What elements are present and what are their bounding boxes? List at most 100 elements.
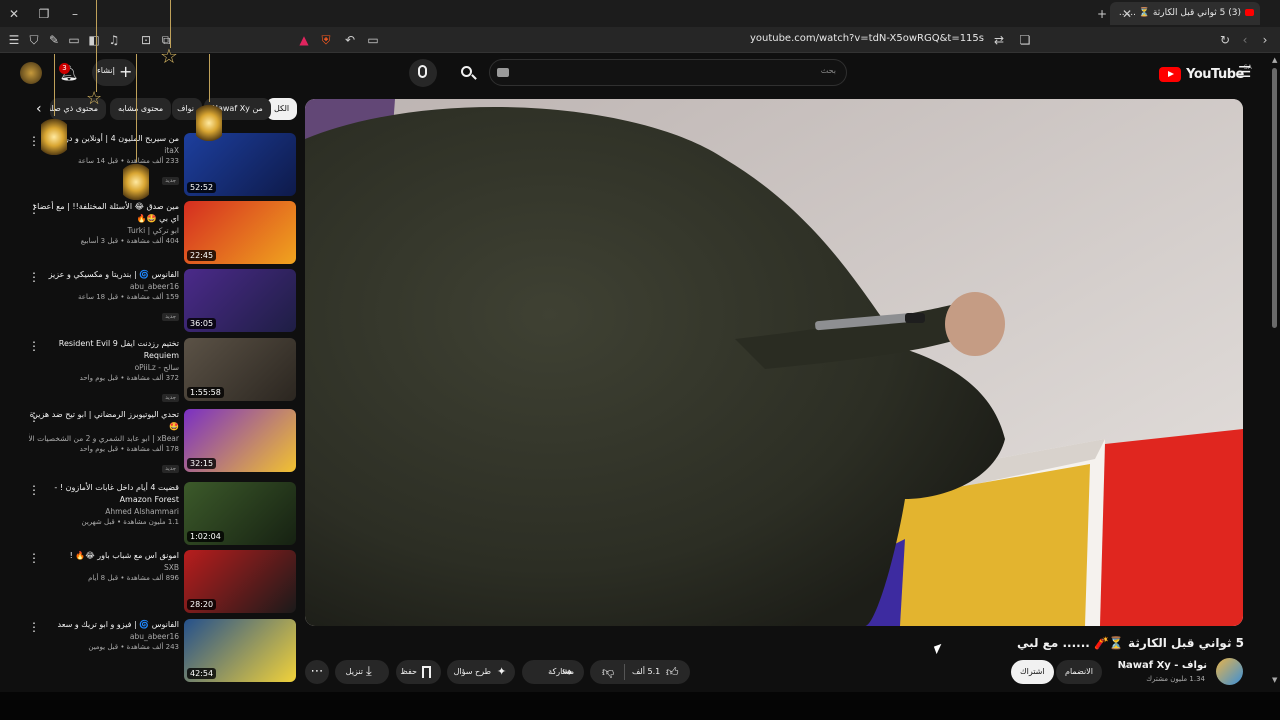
list-item[interactable]: ⋮ الفانوس 🌀 | فيزو و ابو تريك و سعد abu_ab… (22, 619, 296, 683)
video-meta: امونق اس مع شباب باور 😂🔥 ! SXB 896 ألف مشا… (29, 550, 179, 584)
more-actions-icon[interactable]: ⋯ (305, 660, 329, 684)
minimize-window-icon[interactable]: – (67, 6, 83, 22)
bookmark-icon[interactable]: ❏ (1017, 32, 1033, 48)
sidebar-icon[interactable]: ◧ (86, 32, 102, 48)
browser-toolbar: ☰ ⛉ ✎ ▭ ◧ ♫ ⊡ ⧉ ▲ ⛨ ↶ ▭ youtube.com/watc… (0, 27, 1280, 53)
screenshot-icon[interactable]: ⊡ (138, 32, 154, 48)
video-item-channel: Ahmed Alshammari (105, 507, 179, 516)
lantern-string (170, 0, 171, 48)
undo-icon[interactable]: ↶ (342, 32, 358, 48)
restore-window-icon[interactable]: ❐ (36, 6, 52, 22)
youtube-favicon-icon (1245, 9, 1254, 16)
address-bar[interactable]: youtube.com/watch?v=tdN-X5owRGQ&t=115s (750, 33, 984, 44)
chip-similar[interactable]: محتوى مشابه (110, 98, 172, 120)
video-item-channel: ابو تركي | Turki (127, 226, 180, 235)
download-button[interactable]: تنزيل ⤓ (335, 660, 389, 684)
video-thumbnail[interactable]: 28:20 (184, 550, 296, 613)
channel-avatar[interactable] (1216, 658, 1243, 685)
save-label: حفظ (400, 667, 417, 676)
video-item-title: تختيم رزدنت ايفل Resident Evil 9 Requiem (58, 339, 179, 360)
video-player[interactable] (305, 99, 1243, 626)
scroll-up-icon[interactable]: ▲ (1272, 56, 1277, 64)
tab-close-icon[interactable]: ✕ (1119, 6, 1135, 22)
shield-icon[interactable]: ⛉ (26, 32, 42, 48)
list-item[interactable]: ⋮ امونق اس مع شباب باور 😂🔥 ! SXB 896 ألف مش… (22, 550, 296, 614)
cast-icon[interactable]: ▭ (365, 32, 381, 48)
like-count[interactable]: 5.1 ألف (632, 660, 660, 684)
share-icon: ↪ (562, 665, 573, 679)
channel-name[interactable]: نواف - Nawaf Xy (1118, 660, 1207, 671)
youtube-play-icon (1159, 67, 1181, 82)
tabs-icon[interactable]: ▭ (66, 32, 82, 48)
bookmark-save-icon (422, 666, 431, 678)
video-item-channel: سالح - oPiiLz (134, 363, 179, 372)
duration-badge: 52:52 (187, 182, 217, 193)
voice-search-button[interactable] (409, 59, 437, 87)
list-item[interactable]: ⋮ تختيم رزدنت ايفل Resident Evil 9 Requie… (22, 338, 296, 402)
join-button[interactable]: الانضمام (1056, 660, 1102, 684)
lantern-string (54, 54, 55, 116)
menu-icon[interactable]: ☰ (6, 32, 22, 48)
video-thumbnail[interactable]: 1:55:58 (184, 338, 296, 401)
star-ornament-icon: ☆ (160, 44, 178, 68)
new-badge: جديد (162, 394, 179, 402)
video-meta: قضيت 4 أيام داخل غابات الأمازون ! - Amaz… (29, 482, 179, 528)
lantern-string (96, 0, 97, 92)
scroll-down-icon[interactable]: ▼ (1272, 676, 1277, 684)
like-icon[interactable]: 👍︎ (666, 660, 679, 684)
duration-badge: 32:15 (187, 458, 217, 469)
brave-shield-icon[interactable]: ⛨ (318, 32, 334, 48)
save-button[interactable]: حفظ (396, 660, 441, 684)
video-meta: تختيم رزدنت ايفل Resident Evil 9 Requiem… (29, 338, 179, 403)
dislike-icon[interactable]: 👎︎ (602, 660, 614, 684)
lantern-ornament-icon (196, 101, 222, 141)
site-settings-icon[interactable]: ⇄ (991, 32, 1007, 48)
close-window-icon[interactable]: ✕ (6, 6, 22, 22)
hamburger-menu-icon[interactable]: ☰ (1238, 64, 1254, 80)
scrollbar-thumb[interactable] (1272, 68, 1277, 328)
microphone-icon (418, 65, 427, 78)
alert-icon[interactable]: ▲ (296, 32, 312, 48)
video-item-title: قضيت 4 أيام داخل غابات الأمازون ! - Amaz… (54, 483, 179, 504)
new-tab-icon[interactable]: + (1094, 6, 1110, 22)
video-thumbnail[interactable]: 32:15 (184, 409, 296, 472)
page-scrollbar[interactable]: ▲ ▼ (1272, 56, 1277, 686)
account-avatar[interactable] (20, 62, 42, 84)
sparkle-icon: ✦ (497, 665, 507, 678)
list-item[interactable]: ⋮ الفانوس 🌀 | بندريتا و مكسيكي و عزيز abu_… (22, 269, 296, 333)
video-thumbnail[interactable]: 52:52 (184, 133, 296, 196)
download-label: تنزيل (345, 667, 363, 676)
subscriber-count: 1.34 مليون مشترك (1146, 675, 1205, 683)
ask-label: طرح سؤال (453, 667, 491, 676)
verified-badge-icon: ✔ (1123, 663, 1129, 671)
video-thumbnail[interactable]: 42:54 (184, 619, 296, 682)
share-button[interactable]: مشاركة ↪ (522, 660, 584, 684)
video-thumbnail[interactable]: 36:05 (184, 269, 296, 332)
video-item-views: 1.1 مليون مشاهدة • قبل شهرين (81, 518, 179, 526)
back-icon[interactable]: ‹ (1237, 32, 1253, 48)
ask-button[interactable]: طرح سؤال ✦ (447, 660, 515, 684)
video-item-views: 372 ألف مشاهدة • قبل يوم واحد (79, 374, 179, 382)
video-title: 5 ثواني قبل الكارثة ⏳🧨 ...... مع لبي (1016, 636, 1244, 650)
reload-icon[interactable]: ↻ (1217, 32, 1233, 48)
create-button[interactable]: إنشاء + (92, 59, 136, 86)
video-meta: مين صدق 😂 الأسئلة المختلفة!! | مع أعضاء … (29, 201, 179, 247)
music-icon[interactable]: ♫ (106, 32, 122, 48)
video-thumbnail[interactable]: 1:02:04 (184, 482, 296, 545)
keyboard-icon[interactable] (497, 68, 509, 77)
video-item-title: الفانوس 🌀 | بندريتا و مكسيكي و عزيز (48, 270, 179, 279)
list-item[interactable]: ⋮ قضيت 4 أيام داخل غابات الأمازون ! - Ama… (22, 482, 296, 546)
list-item[interactable]: ⋮ تحدي اليوتيوبرز الرمضاني | ابو تيح ضد ه… (22, 409, 296, 473)
list-item[interactable]: ⋮ مين صدق 😂 الأسئلة المختلفة!! | مع أعضاء… (22, 201, 296, 265)
search-button[interactable] (455, 61, 481, 85)
duration-badge: 22:45 (187, 250, 217, 261)
video-meta: الفانوس 🌀 | فيزو و ابو تريك و سعد abu_abe… (29, 619, 179, 653)
pen-icon[interactable]: ✎ (46, 32, 62, 48)
video-meta: تحدي اليوتيوبرز الرمضاني | ابو تيح ضد هز… (29, 409, 179, 474)
video-thumbnail[interactable]: 22:45 (184, 201, 296, 264)
subscribe-button[interactable]: اشتراك (1011, 660, 1054, 684)
plus-icon: + (119, 62, 133, 81)
search-input[interactable]: بحث (489, 59, 847, 86)
video-item-channel: abu_abeer16 (129, 632, 179, 641)
forward-icon[interactable]: › (1257, 32, 1273, 48)
